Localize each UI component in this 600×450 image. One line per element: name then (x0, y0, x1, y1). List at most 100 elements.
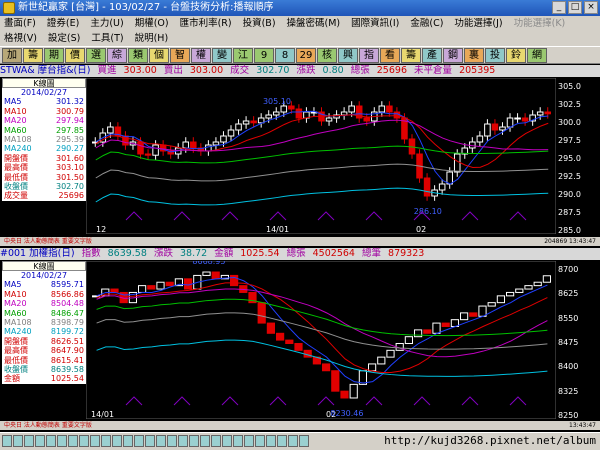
high-price-label: 8668.95 (192, 261, 225, 266)
minimize-button[interactable]: _ (552, 1, 566, 14)
legend-row: MA240 8199.72 (2, 327, 86, 336)
change-value: 0.80 (322, 65, 344, 76)
toolbar-button[interactable]: 看 (380, 47, 400, 63)
taskbar-tab[interactable] (156, 435, 166, 447)
taskbar-tab[interactable] (134, 435, 144, 447)
taskbar-tab[interactable] (2, 435, 12, 447)
menu-item[interactable]: 主力(U) (90, 16, 123, 31)
menu-item[interactable]: 證券(E) (47, 16, 79, 31)
axis-tick-label: 8250 (558, 411, 579, 420)
index-symbol-label: #001 加權指(日) (0, 248, 75, 259)
toolbar-button[interactable]: 江 (233, 47, 253, 63)
toolbar-button[interactable]: 個 (149, 47, 169, 63)
taskbar-tab[interactable] (13, 435, 23, 447)
taskbar-tab[interactable] (244, 435, 254, 447)
taskbar-tab[interactable] (123, 435, 133, 447)
taskbar-tab[interactable] (255, 435, 265, 447)
taskbar-tab[interactable] (299, 435, 309, 447)
taskbar-tab[interactable] (266, 435, 276, 447)
taskbar-tab[interactable] (24, 435, 34, 447)
candle (349, 383, 358, 399)
toolbar-button[interactable]: 裏 (464, 47, 484, 63)
taskbar-tab[interactable] (35, 435, 45, 447)
taskbar-tab[interactable] (233, 435, 243, 447)
toolbar-button[interactable]: 綜 (107, 47, 127, 63)
menu-item[interactable]: 操盤密碼(M) (287, 16, 341, 31)
taskbar-tab[interactable] (145, 435, 155, 447)
toolbar-button[interactable]: 核 (317, 47, 337, 63)
menu-item[interactable]: 功能選擇(J) (454, 16, 502, 31)
toolbar-button[interactable]: 產 (422, 47, 442, 63)
candle (414, 329, 423, 338)
toolbar-button[interactable]: 29 (296, 47, 316, 63)
toolbar-button[interactable]: 9 (254, 47, 274, 63)
menu-item[interactable]: 金融(C) (410, 16, 443, 31)
candle (295, 108, 303, 119)
toolbar-button[interactable]: 智 (170, 47, 190, 63)
candle (386, 349, 395, 358)
toolbar-button[interactable]: 變 (212, 47, 232, 63)
index-change-label: 漲跌 (153, 248, 173, 259)
toolbar-button[interactable]: 興 (338, 47, 358, 63)
candle (542, 275, 551, 283)
taskbar-tab[interactable] (79, 435, 89, 447)
menu-item[interactable]: 說明(H) (135, 31, 169, 46)
taskbar-tab[interactable] (189, 435, 199, 447)
legend-row: MA20 8504.48 (2, 299, 86, 308)
taskbar-tab[interactable] (178, 435, 188, 447)
menu-item[interactable]: 投資(B) (243, 16, 276, 31)
taskbar-tab[interactable] (112, 435, 122, 447)
taskbar-tab[interactable] (200, 435, 210, 447)
taskbar-tab[interactable] (101, 435, 111, 447)
toolbar-button[interactable]: 價 (65, 47, 85, 63)
toolbar-button[interactable]: 籌 (23, 47, 43, 63)
toolbar-button[interactable]: 選 (86, 47, 106, 63)
legend-label: 收盤價 (4, 181, 28, 191)
candle (152, 144, 159, 156)
candle (211, 271, 220, 280)
toolbar-button[interactable]: 指 (359, 47, 379, 63)
taskbar-tab[interactable] (222, 435, 232, 447)
taskbar-tab[interactable] (288, 435, 298, 447)
taskbar-tab[interactable] (167, 435, 177, 447)
legend-row: MA10 300.79 (2, 107, 86, 116)
menu-item[interactable]: 匯市利率(R) (180, 16, 232, 31)
taskbar-tab[interactable] (68, 435, 78, 447)
toolbar-button[interactable]: 8 (275, 47, 295, 63)
toolbar-button[interactable]: 鋼 (443, 47, 463, 63)
menu-item[interactable]: 格視(V) (4, 31, 37, 46)
legend-label: MA5 (4, 97, 22, 107)
close-button[interactable]: × (584, 1, 598, 14)
taskbar-tab[interactable] (211, 435, 221, 447)
menu-item[interactable]: 期權(O) (135, 16, 169, 31)
candle (107, 126, 114, 134)
toolbar-button[interactable]: 籌 (401, 47, 421, 63)
toolbar-button[interactable]: 類 (128, 47, 148, 63)
taskbar-tab[interactable] (46, 435, 56, 447)
taskbar-tab[interactable] (90, 435, 100, 447)
toolbar-button[interactable]: 期 (44, 47, 64, 63)
axis-tick-label: 292.5 (558, 172, 581, 181)
menu-item[interactable]: 畫面(F) (4, 16, 36, 31)
candlestick-chart[interactable]: 12 14/01 02 305.10 286.10 (86, 78, 556, 234)
menu-item[interactable]: 設定(S) (48, 31, 80, 46)
legend-row: 開盤價 301.60 (2, 154, 86, 163)
candle (386, 105, 393, 113)
toolbar-button[interactable]: 投 (485, 47, 505, 63)
toolbar-button[interactable]: 網 (527, 47, 547, 63)
maximize-button[interactable]: □ (568, 1, 582, 14)
taskbar-tab[interactable] (277, 435, 287, 447)
candle (220, 135, 227, 143)
taskbar-tab[interactable] (57, 435, 67, 447)
candle (368, 363, 377, 372)
legend-value: 302.70 (56, 181, 84, 191)
ma-legend: K線圖 2014/02/27 MA5 301.32 MA10 300.79 MA20 29… (2, 78, 86, 201)
toolbar-button[interactable]: 加 (2, 47, 22, 63)
menu-item[interactable]: 國際資訊(I) (351, 16, 399, 31)
index-candlestick-chart[interactable]: 14/01 028668.958230.46 (86, 261, 556, 419)
axis-tick-label: 305.0 (558, 82, 581, 91)
axis-tick-label: 285.0 (558, 226, 581, 235)
toolbar-button[interactable]: 權 (191, 47, 211, 63)
menu-item[interactable]: 工具(T) (91, 31, 123, 46)
toolbar-button[interactable]: 鈴 (506, 47, 526, 63)
